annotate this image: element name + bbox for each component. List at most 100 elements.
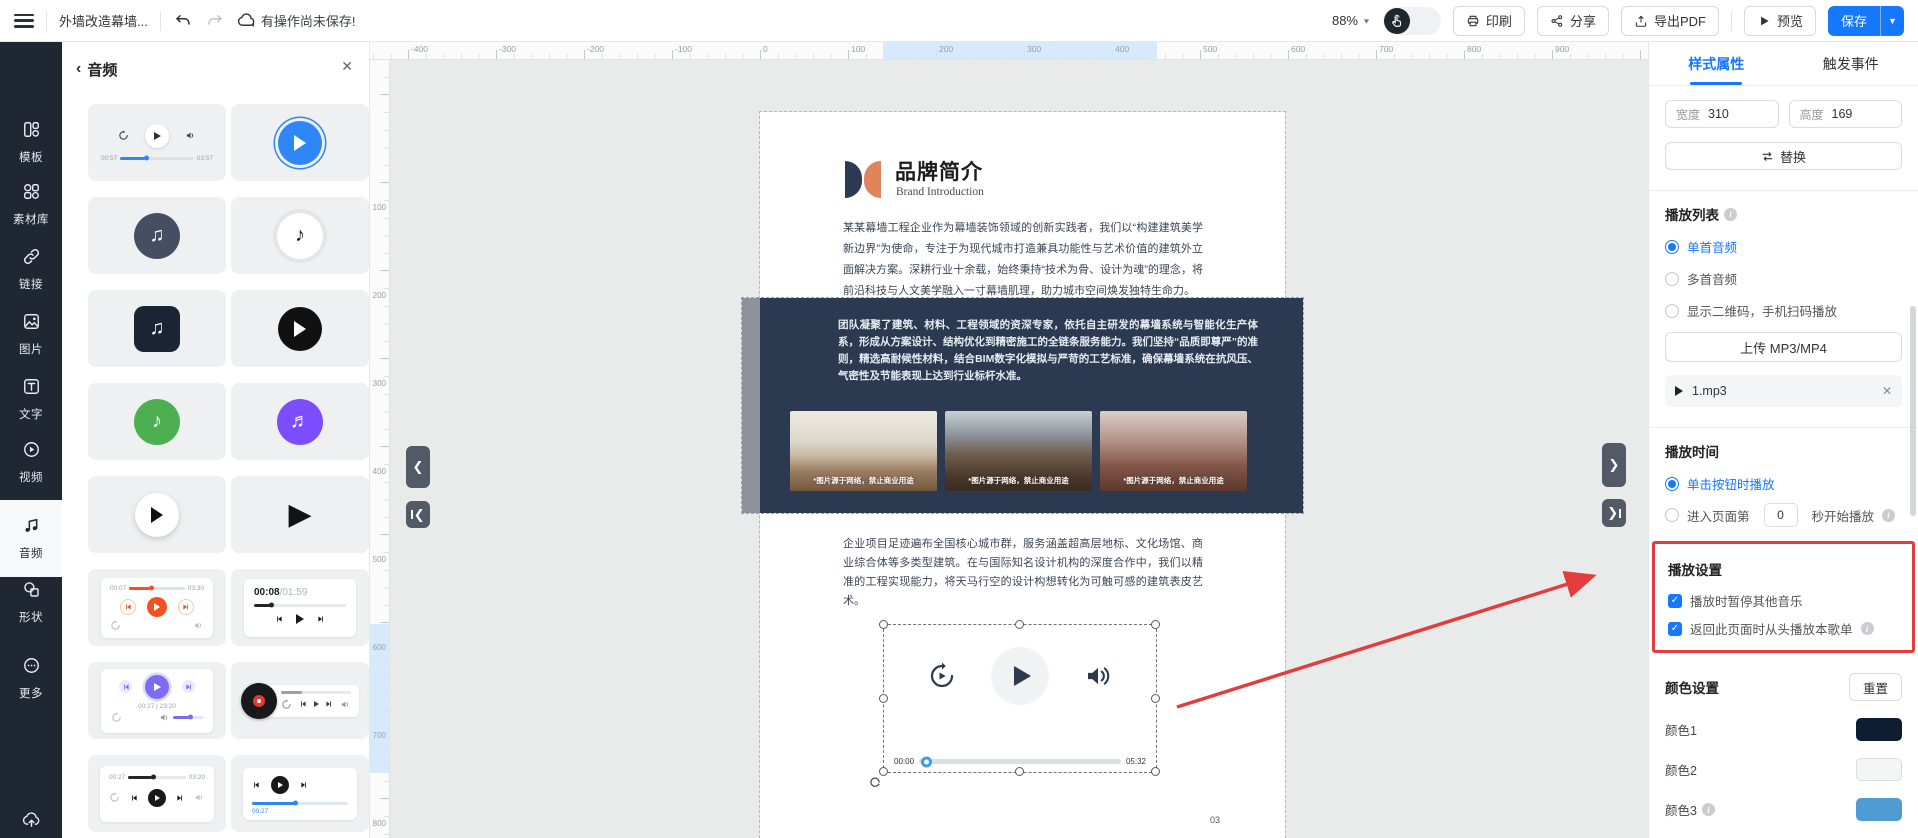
interior-photo-1: *图片源于网络，禁止商业用途 (790, 411, 937, 491)
audio-library-panel: ‹ 音频 ✕ 00:5703:57♫♪♫♪♬▶00:0703:3000:08/0… (62, 42, 370, 838)
radio-play-on-enter[interactable]: 进入页面第0秒开始播放i (1665, 503, 1902, 527)
panel-title: 音频 (87, 59, 117, 80)
last-page-button[interactable]: ❯ (1602, 499, 1626, 527)
color3-swatch[interactable] (1856, 798, 1902, 821)
sidebar-item-upload[interactable]: 上传 (0, 804, 62, 838)
info-icon[interactable]: i (1882, 509, 1895, 522)
upload-mp3-button[interactable]: 上传 MP3/MP4 (1665, 332, 1902, 362)
audio-widget-thumb-circle-note[interactable]: ♬ (231, 383, 369, 460)
width-field[interactable]: 宽度310 (1665, 100, 1779, 128)
tab-style-properties[interactable]: 样式属性 (1649, 42, 1784, 85)
audio-file-row[interactable]: 1.mp3 ✕ (1665, 375, 1902, 407)
info-icon[interactable]: i (1861, 622, 1874, 635)
height-field[interactable]: 高度169 (1789, 100, 1903, 128)
preview-button[interactable]: 预览 (1744, 6, 1816, 36)
close-icon[interactable]: ✕ (341, 58, 353, 75)
selection-handle[interactable] (1151, 694, 1160, 703)
audio-widget-thumb-card-purple[interactable]: 00:27 | 23:20 (88, 662, 226, 739)
left-sidebar: 模板素材库链接图片文字视频音频形状更多上传 (0, 42, 62, 838)
selection-handle[interactable] (879, 620, 888, 629)
audio-widget-thumb-circle-play[interactable] (231, 104, 369, 181)
audio-widget-thumb-card-blue-progress[interactable]: 00:27 (231, 755, 369, 832)
audio-widget-thumb-card-orange[interactable]: 00:0703:30 (88, 569, 226, 646)
document-page[interactable]: 品牌简介 Brand Introduction 某某幕墙工程企业作为幕墙装饰领域… (760, 112, 1285, 838)
page-subtitle: Brand Introduction (896, 186, 984, 198)
replay-icon[interactable] (927, 661, 957, 691)
hand-tool-toggle[interactable] (1383, 7, 1441, 35)
audio-widget-thumb-card-progress[interactable]: 00:2703:20 (88, 755, 226, 832)
selection-handle[interactable] (1015, 767, 1024, 776)
sidebar-item-link[interactable]: 链接 (0, 241, 62, 298)
checkbox-checked-icon: ✓ (1668, 622, 1682, 636)
radio-qrcode[interactable]: 显示二维码，手机扫码播放 (1665, 301, 1902, 320)
replace-button[interactable]: 替换 (1665, 142, 1902, 170)
save-button[interactable]: 保存 ▼ (1828, 6, 1904, 36)
volume-icon[interactable] (1083, 661, 1113, 691)
first-page-button[interactable]: ❮ (406, 501, 430, 528)
reset-colors-button[interactable]: 重置 (1849, 673, 1902, 701)
prev-page-button[interactable]: ❮ (406, 446, 430, 488)
ruler-label: -100 (675, 44, 692, 54)
audio-widget-thumb-square-note[interactable]: ♫ (88, 290, 226, 367)
audio-widget-thumb-circle-note[interactable]: ♪ (88, 383, 226, 460)
info-icon[interactable]: i (1724, 208, 1737, 221)
redo-icon[interactable] (205, 11, 225, 31)
seconds-input[interactable]: 0 (1764, 503, 1798, 527)
ruler-label: 600 (373, 643, 386, 652)
panel-scrollbar[interactable] (1910, 306, 1916, 516)
selection-handle[interactable] (1151, 767, 1160, 776)
audio-widget-thumb-vinyl-bar[interactable] (231, 662, 369, 739)
sidebar-item-audio[interactable]: 音频 (0, 500, 62, 577)
design-canvas[interactable]: -400-300-200-100010020030040050060070080… (370, 42, 1648, 838)
radio-single-audio[interactable]: 单首音频 (1665, 237, 1902, 256)
checkbox-restart-playlist[interactable]: ✓返回此页面时从头播放本歌单i (1668, 619, 1899, 638)
audio-widget-thumb-minibar[interactable]: 00:5703:57 (88, 104, 226, 181)
selection-handle[interactable] (879, 767, 888, 776)
color1-swatch[interactable] (1856, 718, 1902, 741)
hand-tool-icon (1384, 8, 1410, 34)
sidebar-item-template[interactable]: 模板 (0, 114, 62, 171)
print-button[interactable]: 印刷 (1453, 6, 1525, 36)
audio-widget-thumb-circle-note[interactable]: ♪ (231, 197, 369, 274)
checkbox-pause-other-music[interactable]: ✓播放时暂停其他音乐 (1668, 591, 1899, 610)
selection-handle[interactable] (1015, 620, 1024, 629)
sidebar-item-video[interactable]: 视频 (0, 434, 62, 491)
sidebar-item-image[interactable]: 图片 (0, 306, 62, 363)
audio-widget-thumb-card-time[interactable]: 00:08/01:59 (231, 569, 369, 646)
rotate-handle[interactable] (868, 774, 882, 788)
save-dropdown-icon[interactable]: ▼ (1880, 6, 1904, 36)
menu-icon[interactable] (14, 14, 34, 28)
selection-handle[interactable] (1151, 620, 1160, 629)
progress-knob[interactable] (921, 756, 932, 767)
sidebar-item-assets[interactable]: 素材库 (0, 176, 62, 233)
play-button[interactable] (991, 647, 1049, 705)
undo-icon[interactable] (173, 11, 193, 31)
swap-icon (1761, 150, 1774, 163)
sidebar-item-text[interactable]: 文字 (0, 371, 62, 428)
selection-handle[interactable] (879, 694, 888, 703)
zoom-control[interactable]: 88%▼ (1332, 13, 1371, 28)
tab-trigger-events[interactable]: 触发事件 (1784, 42, 1918, 85)
info-icon[interactable]: i (1702, 803, 1715, 816)
sidebar-item-label: 形状 (19, 609, 43, 625)
radio-multi-audio[interactable]: 多首音频 (1665, 269, 1902, 288)
color2-swatch[interactable] (1856, 758, 1902, 781)
sidebar-item-shape[interactable]: 形状 (0, 574, 62, 631)
next-page-button[interactable]: ❯ (1602, 443, 1626, 487)
audio-widget-thumb-circle-note[interactable]: ♫ (88, 197, 226, 274)
document-title[interactable]: 外墙改造幕墙... (59, 11, 148, 30)
file-play-icon[interactable] (1675, 386, 1683, 396)
sidebar-item-more[interactable]: 更多 (0, 650, 62, 707)
dark-section[interactable]: 团队凝聚了建筑、材料、工程领域的资深专家，依托自主研发的幕墙系统与智能化生产体系… (742, 298, 1303, 513)
ruler-label: -300 (499, 44, 516, 54)
radio-play-on-click[interactable]: 单击按钮时播放 (1665, 474, 1902, 493)
export-pdf-button[interactable]: 导出PDF (1621, 6, 1719, 36)
audio-widget-thumb-plain-play[interactable]: ▶ (231, 476, 369, 553)
back-icon[interactable]: ‹ (76, 60, 81, 78)
share-button[interactable]: 分享 (1537, 6, 1609, 36)
remove-file-icon[interactable]: ✕ (1882, 384, 1892, 398)
progress-bar[interactable] (919, 759, 1121, 764)
audio-widget-thumb-circle-play[interactable] (88, 476, 226, 553)
audio-widget-thumb-circle-play[interactable] (231, 290, 369, 367)
audio-player-widget[interactable]: 00:00 05:32 (883, 624, 1157, 773)
